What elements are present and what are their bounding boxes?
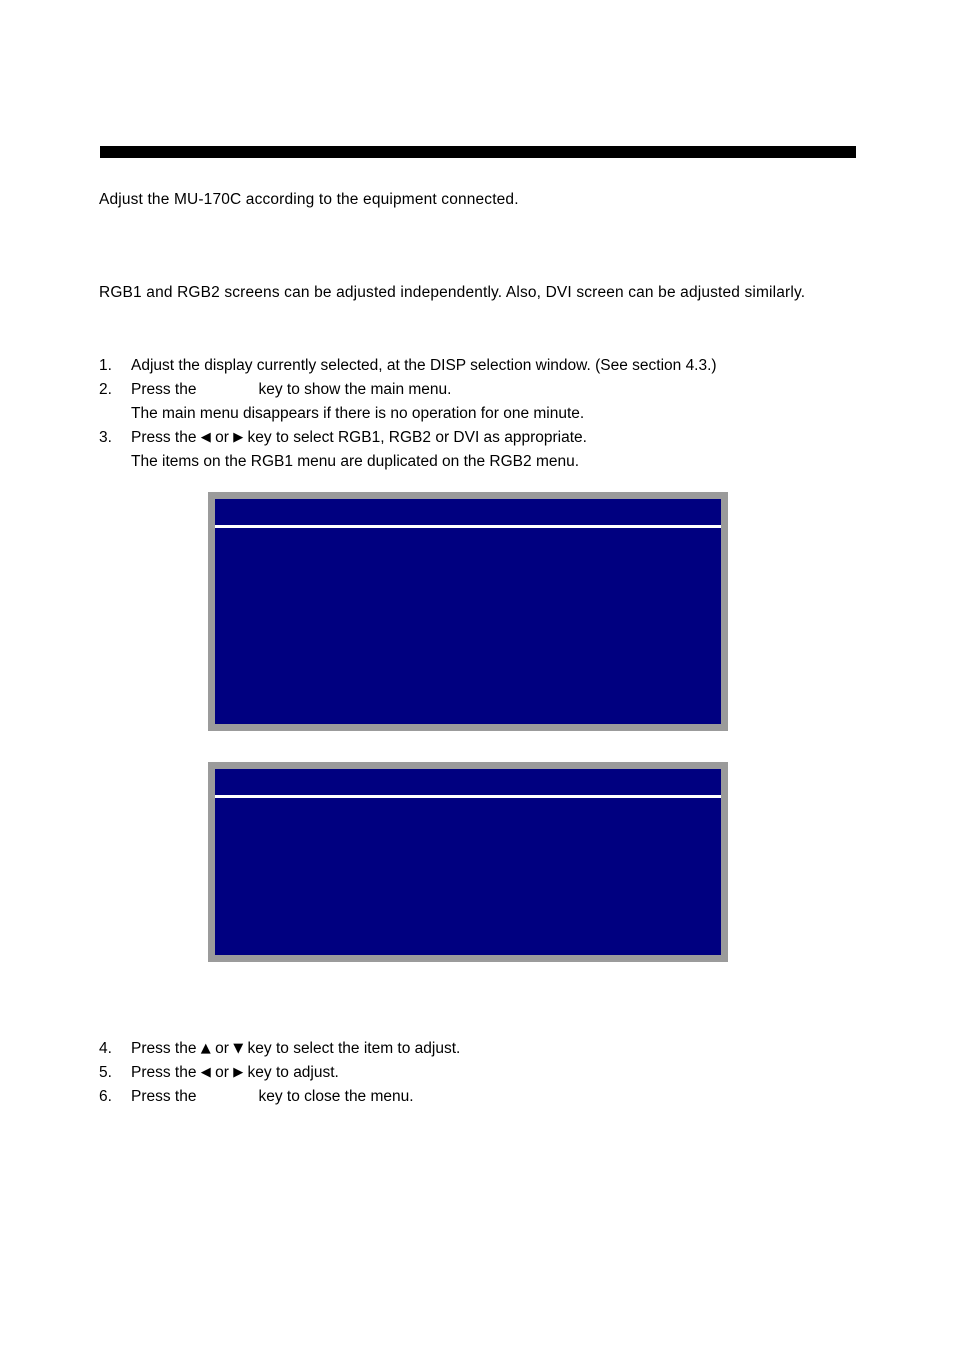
osd-screen (215, 769, 721, 955)
step-item-5: 5. Press the ◀ or ▶ key to adjust. (99, 1061, 889, 1085)
osd-title-strip (215, 499, 721, 525)
intro-paragraph: Adjust the MU-170C according to the equi… (99, 191, 519, 208)
osd-menu-body (215, 528, 721, 724)
step-number: 1. (99, 357, 112, 374)
step-number: 4. (99, 1040, 112, 1057)
osd-screen (215, 499, 721, 724)
right-arrow-icon: ▶ (233, 430, 244, 445)
step-item-1: 1. Adjust the display currently selected… (99, 354, 889, 378)
left-arrow-icon: ◀ (200, 1065, 211, 1080)
step-text-after-key: key to show the main menu. (258, 381, 452, 398)
down-arrow-icon: ▼ (233, 1041, 244, 1056)
osd-menu-figure-rgb2 (208, 762, 728, 962)
step-text: Press the key to show the main menu. (131, 378, 889, 402)
procedure-steps-top: 1. Adjust the display currently selected… (99, 354, 889, 474)
step-text: Press the ◀ or ▶ key to adjust. (131, 1061, 889, 1085)
step-text-before-arrows: Press the (131, 1064, 197, 1081)
step-text-after-arrows: key to select the item to adjust. (247, 1040, 461, 1057)
step-item-3: 3. Press the ◀ or ▶ key to select RGB1, … (99, 426, 889, 450)
step-text-before-arrows: Press the (131, 429, 197, 446)
step-number: 6. (99, 1088, 112, 1105)
or-word: or (215, 429, 229, 446)
step-note-2: The main menu disappears if there is no … (131, 405, 585, 422)
step-item-2: 2. Press the key to show the main menu. (99, 378, 889, 402)
step-text: Press the ◀ or ▶ key to select RGB1, RGB… (131, 426, 889, 450)
step-item-6: 6. Press the key to close the menu. (99, 1085, 889, 1109)
procedure-steps-bottom: 4. Press the ▲ or ▼ key to select the it… (99, 1037, 889, 1109)
left-arrow-icon: ◀ (200, 430, 211, 445)
step-number: 2. (99, 381, 112, 398)
step-text: Press the key to close the menu. (131, 1085, 889, 1109)
step-text-before-key: Press the (131, 381, 197, 398)
step-number: 3. (99, 429, 112, 446)
step-number: 5. (99, 1064, 112, 1081)
section-heading-rule (100, 146, 856, 158)
step-text: Adjust the display currently selected, a… (131, 357, 717, 374)
lead-paragraph: RGB1 and RGB2 screens can be adjusted in… (99, 284, 806, 301)
step-item-4: 4. Press the ▲ or ▼ key to select the it… (99, 1037, 889, 1061)
step-text: Press the ▲ or ▼ key to select the item … (131, 1037, 889, 1061)
or-word: or (215, 1064, 229, 1081)
step-text-before-arrows: Press the (131, 1040, 197, 1057)
step-text-after-arrows: key to adjust. (247, 1064, 339, 1081)
right-arrow-icon: ▶ (233, 1065, 244, 1080)
step-text-before-key: Press the (131, 1088, 197, 1105)
or-word: or (215, 1040, 229, 1057)
osd-menu-figure-rgb1 (208, 492, 728, 731)
step-note-3: The items on the RGB1 menu are duplicate… (131, 453, 580, 470)
up-arrow-icon: ▲ (200, 1041, 211, 1056)
osd-title-strip (215, 769, 721, 795)
step-text-after-key: key to close the menu. (258, 1088, 414, 1105)
step-text-after-arrows: key to select RGB1, RGB2 or DVI as appro… (247, 429, 587, 446)
osd-menu-body (215, 798, 721, 955)
document-page: Adjust the MU-170C according to the equi… (0, 0, 954, 1351)
